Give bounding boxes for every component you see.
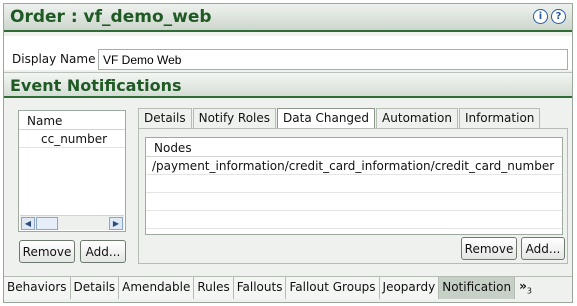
tab-details[interactable]: Details	[138, 108, 192, 128]
display-name-input[interactable]	[98, 49, 568, 70]
list-add-button[interactable]: Add...	[80, 240, 126, 263]
tab-behaviors[interactable]: Behaviors	[4, 277, 71, 299]
list-header-name: Name	[19, 111, 125, 130]
display-name-row: Display Name	[4, 36, 572, 70]
detail-tabs: Details Notify Roles Data Changed Automa…	[138, 108, 541, 129]
title-bar: Order : vf_demo_web i ?	[4, 4, 572, 32]
nodes-remove-button[interactable]: Remove	[461, 237, 517, 260]
tab-notification[interactable]: Notification	[439, 277, 516, 299]
tab-rules[interactable]: Rules	[194, 277, 234, 299]
table-row[interactable]: /payment_information/credit_card_informa…	[146, 157, 562, 175]
scroll-right-icon[interactable]: ▶	[109, 217, 123, 230]
help-icon[interactable]: ?	[551, 9, 566, 24]
nodes-table: Nodes /payment_information/credit_card_i…	[145, 137, 563, 235]
info-icon[interactable]: i	[533, 9, 548, 24]
help-icons: i ?	[533, 9, 566, 24]
nodes-add-button[interactable]: Add...	[521, 237, 565, 260]
tab-data-changed[interactable]: Data Changed	[277, 108, 376, 129]
event-notifications-header: Event Notifications	[4, 72, 572, 98]
list-item[interactable]: cc_number	[19, 130, 125, 148]
tab-fallouts[interactable]: Fallouts	[233, 277, 287, 299]
data-changed-panel: Nodes /payment_information/credit_card_i…	[138, 128, 568, 264]
horizontal-scrollbar[interactable]: ◀ ▶	[20, 215, 124, 230]
bottom-tab-bar: Behaviors Details Amendable Rules Fallou…	[4, 276, 572, 300]
list-remove-button[interactable]: Remove	[19, 240, 75, 263]
order-window: Order : vf_demo_web i ? Display Name Eve…	[3, 3, 573, 303]
scroll-left-icon[interactable]: ◀	[21, 217, 35, 230]
tab-notify-roles[interactable]: Notify Roles	[192, 108, 277, 128]
window-title: Order : vf_demo_web	[10, 7, 212, 27]
tab-fallout-groups[interactable]: Fallout Groups	[286, 277, 380, 299]
display-name-label: Display Name	[12, 52, 96, 66]
section-title: Event Notifications	[10, 76, 182, 95]
more-tabs-button[interactable]: »3	[515, 277, 536, 300]
tab-bottom-details[interactable]: Details	[70, 277, 120, 299]
scroll-thumb[interactable]	[36, 217, 58, 230]
tab-amendable[interactable]: Amendable	[119, 277, 195, 299]
more-tabs-count: 3	[526, 286, 532, 296]
table-row-empty	[146, 211, 562, 229]
table-row-empty	[146, 193, 562, 211]
nodes-header: Nodes	[146, 138, 562, 157]
tab-jeopardy[interactable]: Jeopardy	[379, 277, 440, 299]
notification-name-list: Name cc_number ◀ ▶	[18, 110, 126, 232]
more-tabs-symbol: »	[519, 279, 527, 293]
tab-automation[interactable]: Automation	[376, 108, 458, 128]
table-row-empty	[146, 175, 562, 193]
tab-information[interactable]: Information	[458, 108, 541, 128]
